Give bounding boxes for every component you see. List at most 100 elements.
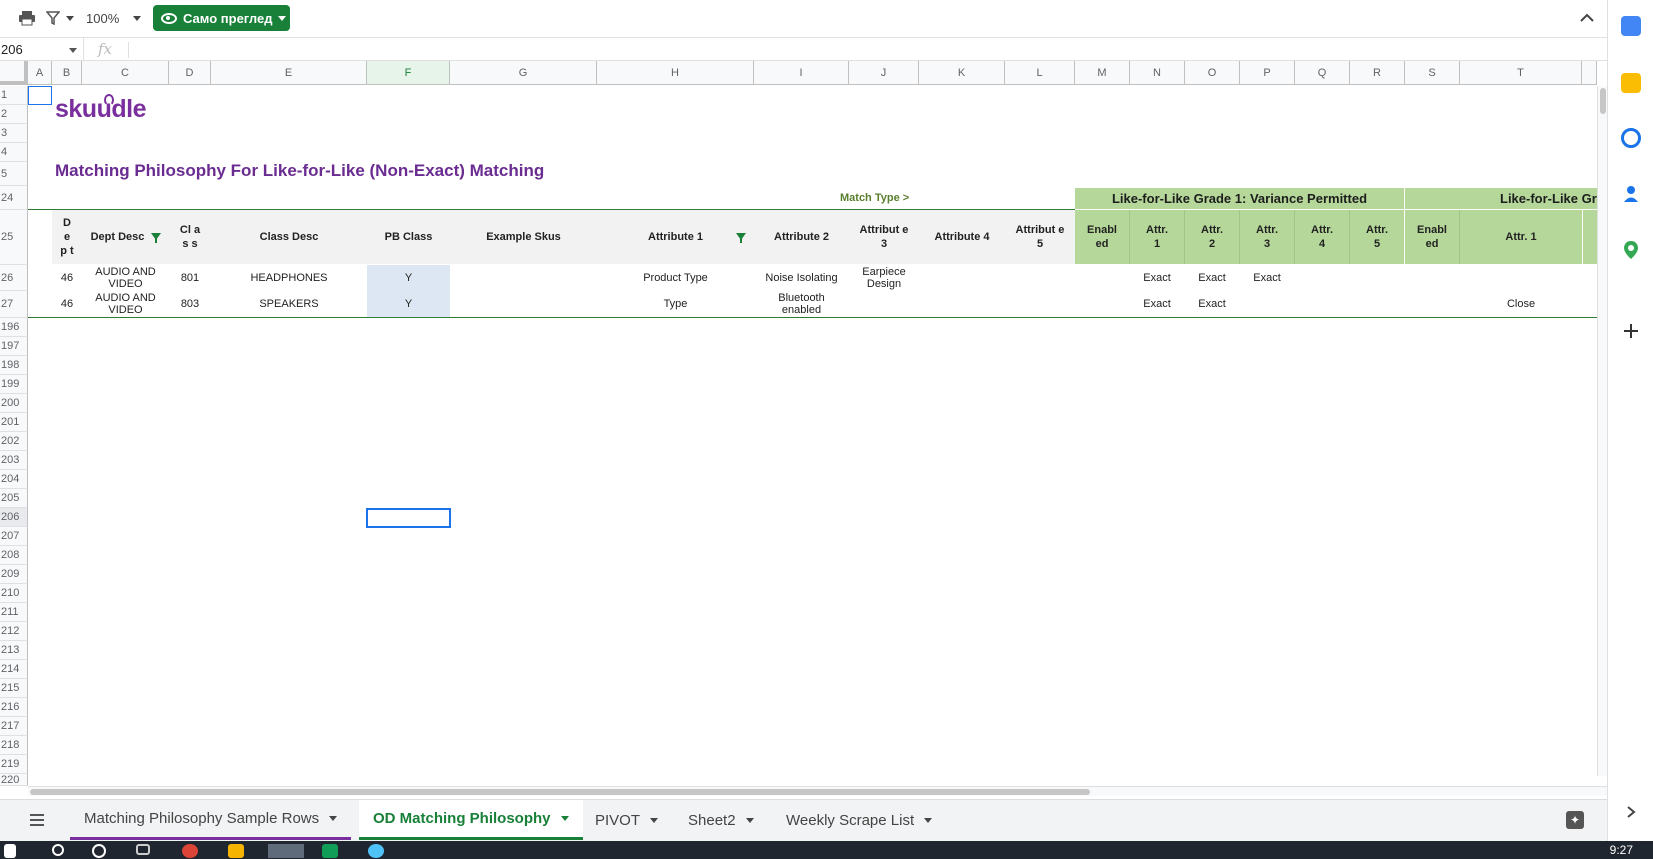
column-header[interactable]: F	[367, 61, 450, 85]
row-header[interactable]: 197	[0, 337, 28, 356]
cell-g1-attr-1[interactable]: Exact	[1130, 291, 1184, 317]
tasks-icon[interactable]	[1621, 128, 1641, 148]
row-header[interactable]: 213	[0, 641, 28, 660]
cortana-icon[interactable]	[92, 844, 106, 858]
cell-g1-attr-2[interactable]: Exact	[1185, 291, 1239, 317]
cell-dept-desc[interactable]: AUDIO AND VIDEO	[82, 291, 169, 317]
column-header[interactable]: N	[1130, 61, 1185, 85]
contacts-icon[interactable]	[1621, 184, 1641, 204]
row-header[interactable]: 209	[0, 565, 28, 584]
tab-weekly-scrape-list[interactable]: Weekly Scrape List	[772, 800, 946, 840]
column-header[interactable]: L	[1005, 61, 1075, 85]
row-header[interactable]: 3	[0, 124, 28, 143]
row-header[interactable]: 201	[0, 413, 28, 432]
row-header[interactable]: 218	[0, 736, 28, 755]
cell-dept[interactable]: 46	[52, 265, 82, 291]
cell-attribute-1[interactable]: Product Type	[597, 265, 754, 291]
row-header[interactable]: 205	[0, 489, 28, 508]
column-header[interactable]: E	[211, 61, 367, 85]
row-header[interactable]: 217	[0, 717, 28, 736]
row-header[interactable]: 196	[0, 318, 28, 337]
expand-panel-icon[interactable]	[1626, 805, 1636, 819]
filter-icon[interactable]	[736, 233, 746, 243]
print-icon[interactable]	[18, 6, 36, 30]
row-header[interactable]: 211	[0, 603, 28, 622]
calendar-icon[interactable]	[1621, 16, 1641, 36]
search-icon[interactable]	[52, 844, 64, 856]
app-icon[interactable]	[322, 844, 338, 858]
filter-icon[interactable]	[151, 233, 161, 243]
cell-attribute-3[interactable]: Earpiece Design	[849, 265, 919, 291]
tab-od-matching-philosophy[interactable]: OD Matching Philosophy	[359, 800, 583, 840]
column-header[interactable]: K	[919, 61, 1005, 85]
column-header[interactable]: C	[82, 61, 169, 85]
cell-pb-class[interactable]: Y	[367, 291, 450, 317]
active-chrome-icon[interactable]	[268, 844, 304, 858]
horizontal-scroll-thumb[interactable]	[30, 789, 1090, 795]
name-box[interactable]: 206	[0, 38, 84, 61]
tab-sheet2[interactable]: Sheet2	[674, 800, 768, 840]
task-view-icon[interactable]	[136, 844, 150, 855]
maps-icon[interactable]	[1621, 240, 1641, 260]
start-icon[interactable]	[4, 844, 16, 858]
row-header[interactable]: 206	[0, 508, 28, 527]
row-header[interactable]: 204	[0, 470, 28, 489]
row-header[interactable]: 5	[0, 162, 28, 186]
cell-g1-attr-2[interactable]: Exact	[1185, 265, 1239, 291]
selected-cell[interactable]	[366, 508, 451, 528]
column-header[interactable]: A	[28, 61, 52, 85]
column-header[interactable]: Q	[1295, 61, 1350, 85]
row-header[interactable]: 1	[0, 86, 28, 105]
row-header[interactable]: 216	[0, 698, 28, 717]
cell-class-desc[interactable]: SPEAKERS	[211, 291, 367, 317]
add-addon-icon[interactable]	[1622, 322, 1640, 340]
row-header[interactable]: 2	[0, 105, 28, 124]
column-header[interactable]: O	[1185, 61, 1240, 85]
column-header[interactable]: P	[1240, 61, 1295, 85]
cell-g1-attr-3[interactable]	[1240, 291, 1294, 317]
cell-attribute-2[interactable]: Noise Isolating	[754, 265, 849, 291]
app-icon[interactable]	[368, 844, 384, 858]
row-header[interactable]: 27	[0, 291, 28, 318]
file-explorer-icon[interactable]	[228, 844, 244, 858]
cell-pb-class[interactable]: Y	[367, 265, 450, 291]
zoom-select[interactable]: 100%	[86, 6, 142, 30]
cell-g2-attr-1[interactable]	[1460, 265, 1582, 291]
column-header[interactable]: J	[849, 61, 919, 85]
tab-pivot[interactable]: PIVOT	[581, 800, 672, 840]
formula-input[interactable]	[128, 42, 1588, 58]
row-header[interactable]: 200	[0, 394, 28, 413]
cell-g2-attr-1[interactable]: Close	[1460, 291, 1582, 317]
chrome-icon[interactable]	[182, 844, 198, 858]
collapse-menu-icon[interactable]	[1580, 6, 1594, 30]
column-header[interactable]: D	[169, 61, 211, 85]
column-header-partial[interactable]	[1582, 61, 1597, 85]
cell-attribute-1[interactable]: Type	[597, 291, 754, 317]
cell-attribute-3[interactable]	[849, 291, 919, 317]
row-header[interactable]: 212	[0, 622, 28, 641]
cell-dept-desc[interactable]: AUDIO AND VIDEO	[82, 265, 169, 291]
row-header[interactable]: 214	[0, 660, 28, 679]
row-header[interactable]: 203	[0, 451, 28, 470]
cell-dept[interactable]: 46	[52, 291, 82, 317]
select-all-corner[interactable]	[0, 61, 28, 85]
keep-icon[interactable]	[1621, 73, 1641, 93]
column-header[interactable]: M	[1075, 61, 1130, 85]
cell-g1-attr-3[interactable]: Exact	[1240, 265, 1294, 291]
row-header[interactable]: 198	[0, 356, 28, 375]
horizontal-scrollbar[interactable]	[28, 786, 1607, 796]
cell-class[interactable]: 801	[169, 265, 211, 291]
row-header[interactable]: 215	[0, 679, 28, 698]
column-header[interactable]: T	[1460, 61, 1582, 85]
row-header[interactable]: 26	[0, 265, 28, 291]
row-header[interactable]: 210	[0, 584, 28, 603]
tab-matching-philosophy-sample-rows[interactable]: Matching Philosophy Sample Rows	[70, 800, 352, 840]
row-header[interactable]: 202	[0, 432, 28, 451]
view-only-button[interactable]: Само преглед	[153, 5, 290, 31]
row-header[interactable]: 25	[0, 210, 28, 265]
column-header[interactable]: H	[597, 61, 754, 85]
column-header[interactable]: G	[450, 61, 597, 85]
row-header[interactable]: 220	[0, 774, 28, 786]
filter-menu-icon[interactable]	[46, 6, 74, 30]
cell-class[interactable]: 803	[169, 291, 211, 317]
